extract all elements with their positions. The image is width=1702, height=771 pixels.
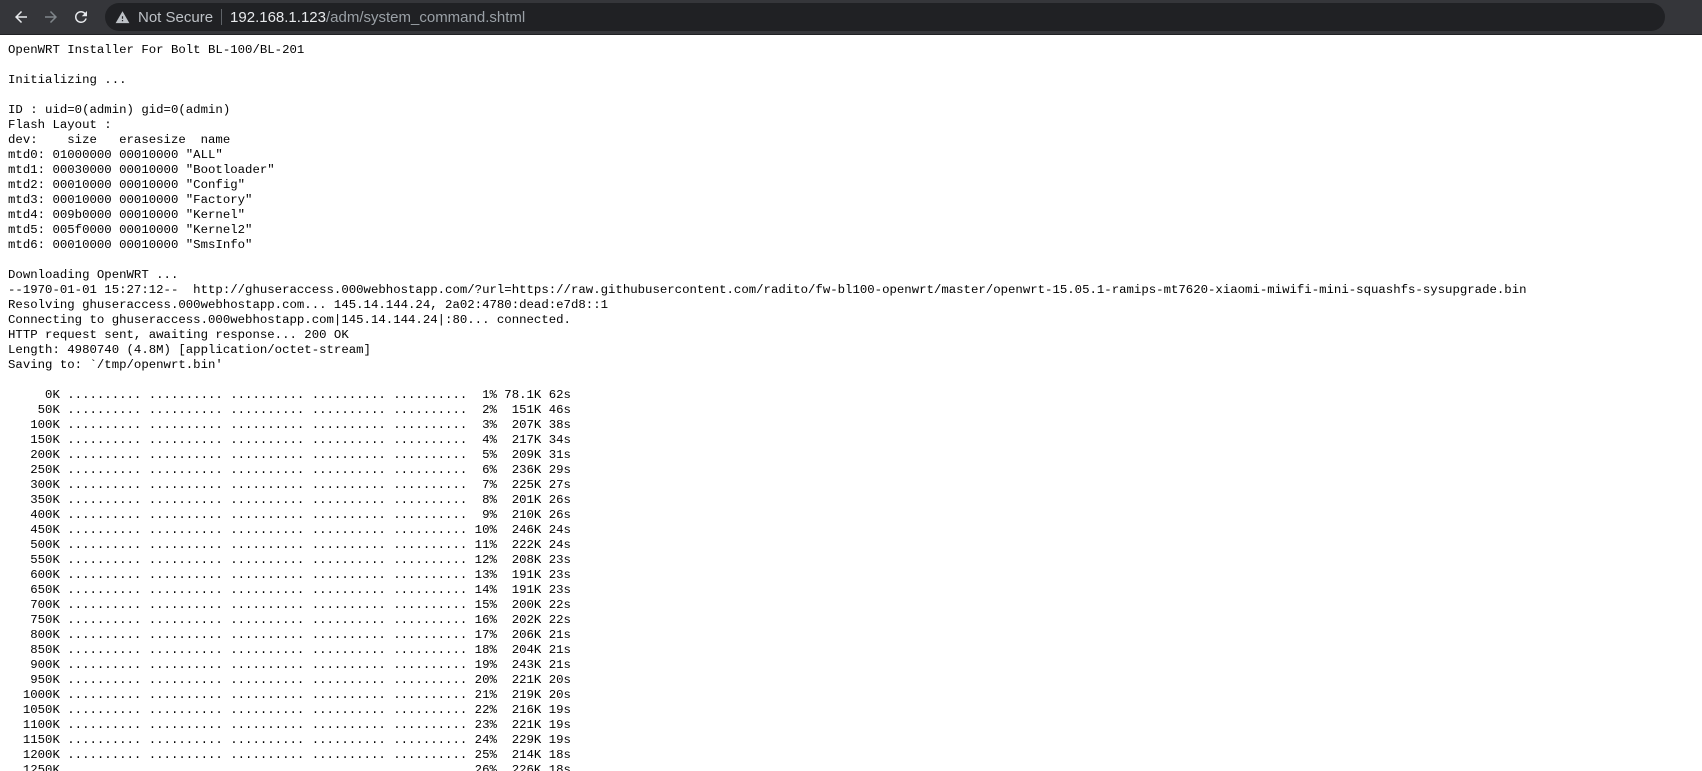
forward-button[interactable] [41,7,61,27]
output-line: 1000K .......... .......... .......... .… [8,688,571,702]
address-divider [221,9,223,25]
url-text[interactable]: 192.168.1.123/adm/system_command.shtml [230,9,525,26]
output-line: ID : uid=0(admin) gid=0(admin) [8,103,231,117]
security-status-label[interactable]: Not Secure [138,9,213,26]
output-line: mtd0: 01000000 00010000 "ALL" [8,148,223,162]
output-line: 350K .......... .......... .......... ..… [8,493,571,507]
address-bar[interactable]: Not Secure 192.168.1.123/adm/system_comm… [105,3,1665,31]
output-line: Resolving ghuseraccess.000webhostapp.com… [8,298,609,312]
output-line: 650K .......... .......... .......... ..… [8,583,571,597]
output-line: 800K .......... .......... .......... ..… [8,628,571,642]
output-line: 400K .......... .......... .......... ..… [8,508,571,522]
back-button[interactable] [11,7,31,27]
url-host: 192.168.1.123 [230,8,326,26]
output-line: 900K .......... .......... .......... ..… [8,658,571,672]
output-line: 50K .......... .......... .......... ...… [8,403,571,417]
output-line: HTTP request sent, awaiting response... … [8,328,349,342]
output-line: mtd6: 00010000 00010000 "SmsInfo" [8,238,253,252]
output-line: --1970-01-01 15:27:12-- http://ghuseracc… [8,283,1527,297]
reload-icon [75,10,87,23]
output-line: 300K .......... .......... .......... ..… [8,478,571,492]
reload-button[interactable] [71,7,91,27]
output-line: 1200K .......... .......... .......... .… [8,748,571,762]
output-line: Flash Layout : [8,118,112,132]
output-line: Connecting to ghuseraccess.000webhostapp… [8,313,571,327]
output-line: Downloading OpenWRT ... [8,268,179,282]
url-path: /adm/system_command.shtml [325,8,526,26]
output-line: Saving to: `/tmp/openwrt.bin' [8,358,223,372]
output-line: 950K .......... .......... .......... ..… [8,673,571,687]
output-line: mtd3: 00010000 00010000 "Factory" [8,193,253,207]
output-line: mtd2: 00010000 00010000 "Config" [8,178,246,192]
output-line: Length: 4980740 (4.8M) [application/octe… [8,343,371,357]
output-line: 1050K .......... .......... .......... .… [8,703,571,717]
output-line: 150K .......... .......... .......... ..… [8,433,571,447]
arrow-left-icon [15,11,27,23]
output-line: 750K .......... .......... .......... ..… [8,613,571,627]
output-line: 1100K .......... .......... .......... .… [8,718,571,732]
output-line: Initializing ... [8,73,127,87]
output-line: mtd1: 00030000 00010000 "Bootloader" [8,163,275,177]
output-line: 550K .......... .......... .......... ..… [8,553,571,567]
output-line: 1150K .......... .......... .......... .… [8,733,571,747]
output-line: 600K .......... .......... .......... ..… [8,568,571,582]
output-line: 850K .......... .......... .......... ..… [8,643,571,657]
output-line: mtd5: 005f0000 00010000 "Kernel2" [8,223,253,237]
output-line: 200K .......... .......... .......... ..… [8,448,571,462]
output-line: 100K .......... .......... .......... ..… [8,418,571,432]
page-content: OpenWRT Installer For Bolt BL-100/BL-201… [0,35,1702,771]
output-line: 450K .......... .......... .......... ..… [8,523,571,537]
output-line: 250K .......... .......... .......... ..… [8,463,571,477]
browser-toolbar: Not Secure 192.168.1.123/adm/system_comm… [0,0,1702,35]
command-output: OpenWRT Installer For Bolt BL-100/BL-201… [0,35,1702,771]
output-line: 0K .......... .......... .......... ....… [8,388,571,402]
output-line: dev: size erasesize name [8,133,231,147]
output-line: 1250K .......... .......... .......... .… [8,763,571,771]
warning-icon[interactable] [115,10,130,25]
arrow-right-icon [45,11,57,23]
output-line: 500K .......... .......... .......... ..… [8,538,571,552]
output-line: OpenWRT Installer For Bolt BL-100/BL-201 [8,43,305,57]
output-line: 700K .......... .......... .......... ..… [8,598,571,612]
output-line: mtd4: 009b0000 00010000 "Kernel" [8,208,246,222]
